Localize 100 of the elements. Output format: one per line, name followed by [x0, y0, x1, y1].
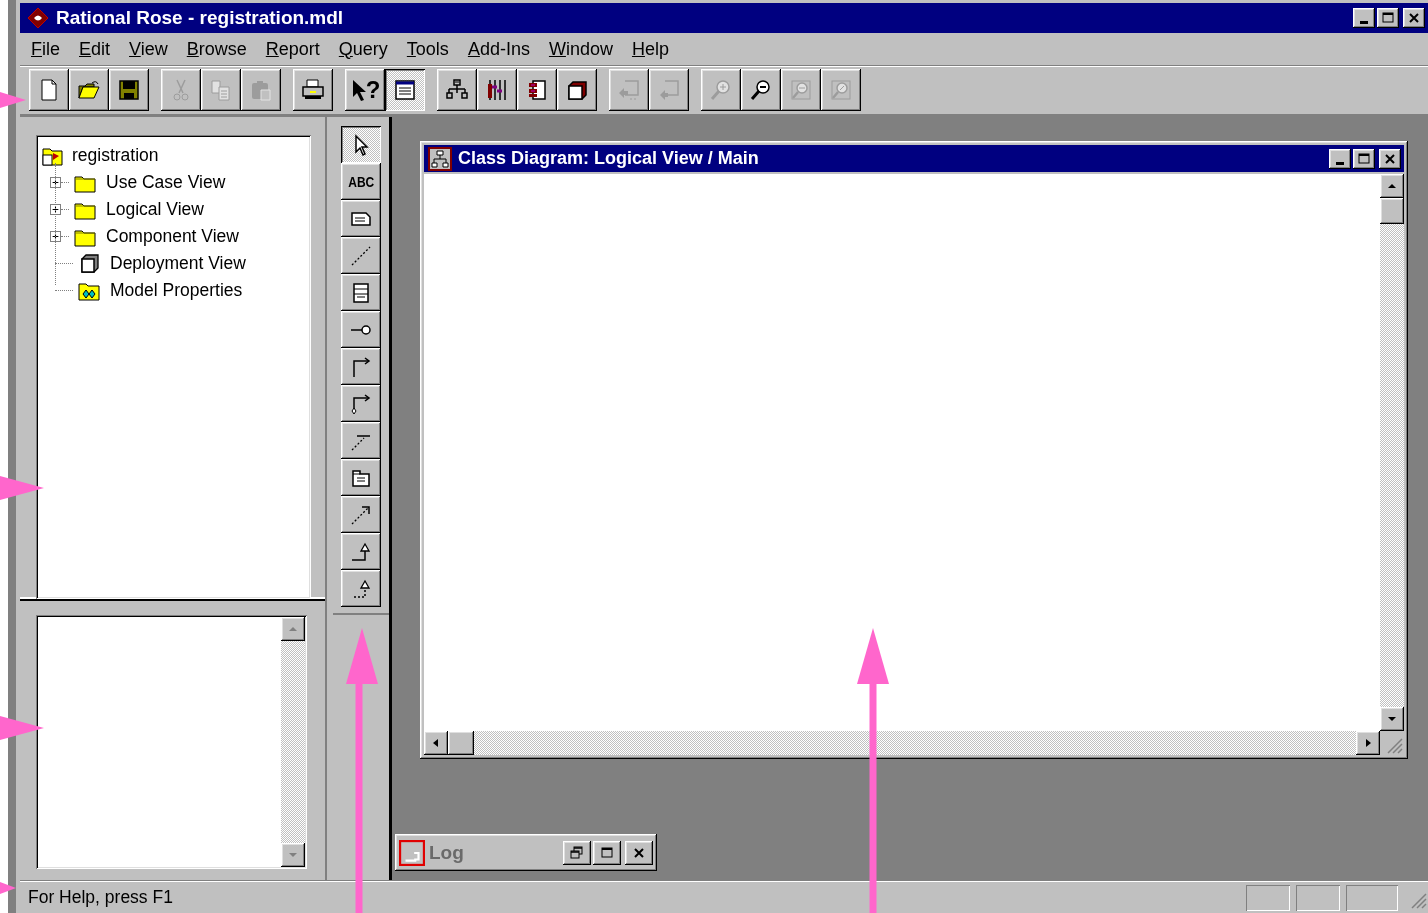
tree-item-label[interactable]: Component View — [106, 226, 239, 247]
maximize-button[interactable] — [1353, 148, 1375, 169]
aggregation-tool[interactable] — [341, 385, 381, 422]
annotation-arrow — [0, 476, 44, 500]
menu-item[interactable]: Edit — [70, 38, 121, 60]
minimize-icon — [1336, 161, 1344, 165]
maximize-icon — [600, 845, 614, 860]
menu-item[interactable]: Window — [539, 38, 623, 60]
tree-item-label[interactable]: Logical View — [106, 199, 204, 220]
tree-item-label[interactable]: Use Case View — [106, 172, 226, 193]
minimize-icon — [1360, 21, 1368, 24]
pointer-tool[interactable] — [341, 126, 381, 163]
text-tool[interactable]: ABC — [341, 163, 381, 200]
restore-button[interactable] — [563, 840, 591, 865]
expand-box[interactable] — [50, 204, 61, 215]
help-button[interactable]: ? — [345, 69, 385, 111]
save-button[interactable] — [109, 69, 149, 111]
menu-item[interactable]: Report — [256, 38, 330, 60]
tree-item-label[interactable]: registration — [72, 145, 159, 166]
diamond-arrow-icon — [349, 391, 373, 416]
folder-icon — [77, 78, 101, 102]
maximize-button[interactable] — [593, 840, 621, 865]
note-tool[interactable] — [341, 200, 381, 237]
status-panel — [1246, 884, 1290, 911]
scroll-right-button[interactable] — [1356, 731, 1380, 755]
cube-icon — [565, 78, 589, 102]
zoom-out-button[interactable] — [741, 69, 781, 111]
scroll-down-button[interactable] — [281, 843, 305, 867]
class-tool[interactable] — [341, 274, 381, 311]
new-button[interactable] — [29, 69, 69, 111]
menu-item[interactable]: Help — [622, 38, 679, 60]
menu-item[interactable]: File — [22, 38, 70, 60]
documentation-button[interactable] — [385, 69, 425, 111]
tree-item-label[interactable]: Model Properties — [110, 280, 243, 301]
plus-icon — [51, 205, 60, 214]
close-button[interactable] — [1403, 8, 1425, 28]
window-title: Class Diagram: Logical View / Main — [458, 148, 760, 169]
scroll-left-button[interactable] — [424, 731, 448, 755]
back-arrow-icon — [617, 78, 641, 102]
maximize-button[interactable] — [1377, 8, 1399, 28]
annotation-arrow — [0, 882, 16, 894]
restore-icon — [570, 845, 584, 860]
minimize-button[interactable] — [1329, 148, 1351, 169]
window-title: Log — [429, 841, 465, 864]
window-icon — [393, 78, 417, 102]
window-title: Rational Rose - registration.mdl — [56, 7, 345, 29]
close-icon — [1407, 11, 1421, 25]
plus-icon — [51, 232, 60, 241]
expand-box[interactable] — [50, 231, 61, 242]
scrollbar-thumb[interactable] — [1380, 198, 1404, 224]
menu-item[interactable]: Tools — [397, 38, 459, 60]
scrollbar-thumb[interactable] — [448, 731, 474, 755]
scroll-down-button[interactable] — [1380, 707, 1404, 731]
close-icon — [632, 845, 646, 860]
bars-icon — [485, 78, 509, 102]
zoom-in-icon — [709, 78, 733, 102]
link-attribute-tool[interactable] — [341, 422, 381, 459]
package-tool[interactable] — [341, 459, 381, 496]
minimize-button[interactable] — [1353, 8, 1375, 28]
menu-item[interactable]: View — [120, 38, 178, 60]
expand-box[interactable] — [50, 177, 61, 188]
maximize-icon — [1357, 151, 1371, 166]
close-icon — [1383, 151, 1397, 166]
clipboard-icon — [249, 78, 273, 102]
printer-icon — [301, 78, 325, 102]
magnifier-icon — [829, 78, 853, 102]
status-text: For Help, press F1 — [27, 887, 174, 908]
status-panel — [1346, 884, 1398, 911]
annotation-arrow — [0, 92, 26, 108]
close-button[interactable] — [1379, 148, 1401, 169]
app-logo-icon — [26, 6, 50, 30]
sequence-diagram-button[interactable] — [477, 69, 517, 111]
log-icon — [399, 839, 425, 866]
generalization-tool[interactable] — [341, 533, 381, 570]
deployment-diagram-button[interactable] — [557, 69, 597, 111]
annotation-arrow — [0, 716, 44, 740]
print-button[interactable] — [293, 69, 333, 111]
open-button[interactable] — [69, 69, 109, 111]
maximize-icon — [1381, 11, 1395, 25]
copy-icon — [209, 78, 233, 102]
anchor-tool[interactable] — [341, 237, 381, 274]
magnifier-icon — [789, 78, 813, 102]
scroll-up-button[interactable] — [1380, 174, 1404, 198]
scroll-up-button[interactable] — [281, 617, 305, 641]
menu-item[interactable]: Browse — [177, 38, 257, 60]
menu-item[interactable]: Add-Ins — [458, 38, 540, 60]
status-panel — [1296, 884, 1340, 911]
close-button[interactable] — [625, 840, 653, 865]
association-tool[interactable] — [341, 348, 381, 385]
hierarchy-icon — [445, 78, 469, 102]
zoom-out-icon — [749, 78, 773, 102]
component-diagram-button[interactable] — [517, 69, 557, 111]
menu-item[interactable]: Query — [329, 38, 398, 60]
tree-item-label[interactable]: Deployment View — [110, 253, 246, 274]
dependency-tool[interactable] — [341, 496, 381, 533]
class-diagram-icon — [428, 146, 452, 171]
class-diagram-button[interactable] — [437, 69, 477, 111]
realization-tool[interactable] — [341, 570, 381, 607]
plus-icon — [51, 178, 60, 187]
interface-tool[interactable] — [341, 311, 381, 348]
